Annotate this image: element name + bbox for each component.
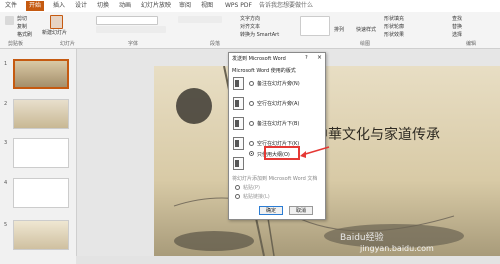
- dialog-title: 发送到 Microsoft Word: [232, 56, 286, 62]
- option-paste[interactable]: 粘贴(P): [243, 184, 260, 191]
- shapes-gallery[interactable]: [300, 16, 330, 36]
- send-to-word-dialog: 发送到 Microsoft Word ? × Microsoft Word 使用…: [228, 52, 326, 220]
- font-name-select[interactable]: [96, 16, 158, 25]
- radio-blank-below[interactable]: [249, 141, 254, 146]
- shape-outline-button[interactable]: 形状轮廓: [384, 23, 404, 30]
- notes-divider: [76, 256, 500, 264]
- font-style-toolbar[interactable]: [96, 26, 166, 33]
- tab-animations[interactable]: 动画: [116, 1, 134, 11]
- help-button[interactable]: ?: [305, 55, 308, 61]
- option-notes-next[interactable]: 备注在幻灯片旁(N): [257, 80, 300, 87]
- red-arrow-icon: [300, 146, 330, 158]
- new-slide-button[interactable]: 新建幻灯片: [42, 29, 67, 36]
- format-painter-button[interactable]: 格式刷: [17, 31, 32, 38]
- thumb-number: 2: [4, 101, 8, 107]
- shape-fill-button[interactable]: 形状填充: [384, 15, 404, 22]
- ribbon: 剪切 复制 格式刷 剪贴板 新建幻灯片 幻灯片 字体 文字方向 对齐文本 转换为…: [0, 12, 500, 49]
- new-slide-icon[interactable]: [50, 15, 63, 29]
- paste-icon[interactable]: [5, 16, 14, 25]
- radio-notes-next[interactable]: [249, 81, 254, 86]
- tab-insert[interactable]: 插入: [50, 1, 68, 11]
- close-button[interactable]: ×: [317, 54, 322, 61]
- tab-design[interactable]: 设计: [72, 1, 90, 11]
- tab-wps-pdf[interactable]: WPS PDF: [222, 1, 255, 11]
- paragraph-group-label: 段落: [210, 41, 221, 47]
- quick-styles-button[interactable]: 快速样式: [356, 26, 376, 33]
- add-section-label: 将幻灯片添加到 Microsoft Word 文档: [232, 176, 318, 182]
- layout-preview-icon: [233, 77, 244, 90]
- thumb-number: 1: [4, 61, 8, 67]
- thumb-number: 3: [4, 140, 8, 146]
- drawing-group-label: 绘图: [360, 41, 371, 47]
- radio-notes-below[interactable]: [249, 121, 254, 126]
- copy-button[interactable]: 复制: [17, 23, 27, 30]
- radio-blank-next[interactable]: [249, 101, 254, 106]
- align-text-button[interactable]: 对齐文本: [240, 23, 260, 30]
- slide-thumbnail-3[interactable]: [13, 138, 69, 168]
- clipboard-group-label: 剪贴板: [8, 41, 24, 47]
- thumb-number: 5: [4, 222, 8, 228]
- layout-section-label: Microsoft Word 使用的版式: [232, 68, 296, 74]
- watermark-url: jingyan.baidu.com: [360, 244, 434, 253]
- text-direction-button[interactable]: 文字方向: [240, 15, 260, 22]
- cut-button[interactable]: 剪切: [17, 15, 27, 22]
- option-blank-next[interactable]: 空行在幻灯片旁(A): [257, 100, 299, 107]
- editing-group-label: 编辑: [466, 41, 477, 47]
- tab-slideshow[interactable]: 幻灯片放映: [138, 1, 174, 11]
- slide-thumbnail-4[interactable]: [13, 178, 69, 208]
- highlight-box: [264, 146, 300, 160]
- smartart-button[interactable]: 转换为 SmartArt: [240, 31, 279, 38]
- tab-file[interactable]: 文件: [2, 1, 20, 11]
- option-notes-below[interactable]: 备注在幻灯片下(B): [257, 120, 299, 127]
- slide-thumbnail-pane: 1 2 3 4 5: [0, 49, 77, 264]
- arrange-button[interactable]: 排列: [334, 26, 344, 33]
- layout-preview-icon: [233, 117, 244, 130]
- layout-preview-icon: [233, 157, 244, 170]
- tab-home[interactable]: 开始: [26, 1, 45, 11]
- radio-paste[interactable]: [235, 185, 240, 190]
- select-button[interactable]: 选择: [452, 31, 462, 38]
- font-group-label: 字体: [128, 41, 139, 47]
- slide-thumbnail-2[interactable]: [13, 99, 69, 129]
- ok-button[interactable]: 确定: [259, 206, 283, 215]
- tab-transitions[interactable]: 切换: [94, 1, 112, 11]
- cancel-button[interactable]: 取消: [289, 206, 313, 215]
- tab-view[interactable]: 视图: [198, 1, 216, 11]
- shape-effects-button[interactable]: 形状效果: [384, 31, 404, 38]
- thumb-number: 4: [4, 180, 8, 186]
- watermark-logo: Baidu经验: [340, 233, 384, 243]
- slide-thumbnail-1[interactable]: [13, 59, 69, 89]
- paragraph-toolbar[interactable]: [178, 16, 222, 23]
- slide-title[interactable]: 中華文化与家道传承: [314, 124, 440, 144]
- layout-preview-icon: [233, 97, 244, 110]
- slide-canvas[interactable]: 中華文化与家道传承: [154, 66, 500, 256]
- layout-preview-icon: [233, 137, 244, 150]
- slide-artwork: [173, 66, 464, 256]
- tell-me-box[interactable]: 告诉我您想要做什么: [256, 1, 316, 11]
- replace-button[interactable]: 替换: [452, 23, 462, 30]
- slides-group-label: 幻灯片: [60, 41, 76, 47]
- radio-paste-link[interactable]: [235, 194, 240, 199]
- find-button[interactable]: 查找: [452, 15, 462, 22]
- tab-review[interactable]: 审阅: [176, 1, 194, 11]
- radio-outline-only[interactable]: [249, 151, 254, 156]
- slide-thumbnail-5[interactable]: [13, 220, 69, 250]
- option-paste-link[interactable]: 粘贴链接(L): [243, 193, 270, 200]
